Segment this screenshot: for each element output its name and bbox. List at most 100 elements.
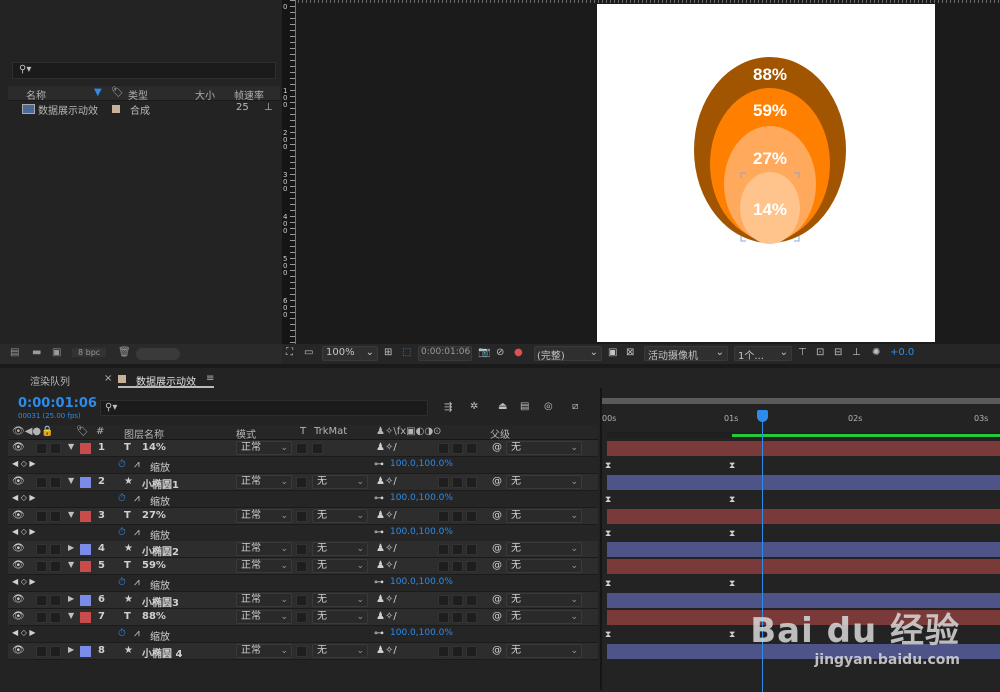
shy-layers-icon[interactable]: ⏏ [498,401,507,412]
pickwhip-icon[interactable]: @ [492,442,502,453]
stopwatch-icon[interactable]: ⏱ [118,628,126,639]
delete-icon[interactable]: 🗑 [118,347,131,358]
keyframe-icon[interactable]: ⧗ [729,529,735,539]
switch-box[interactable] [452,544,463,556]
scale-value[interactable]: 100.0,100.0% [390,577,453,587]
eye-icon[interactable]: 👁 [12,594,25,605]
monitor-icon[interactable]: ▭ [304,347,313,358]
keyframe-navigator-icon[interactable]: ◀ ◇ ▶ [12,459,36,468]
switch-box[interactable] [452,561,463,573]
twirl-open-icon[interactable]: ▼ [68,560,74,569]
scale-value[interactable]: 100.0,100.0% [390,628,453,638]
column-fps[interactable]: 帧速率 [234,87,264,102]
resolution-dropdown[interactable]: (完整) ⌄ [534,346,602,362]
property-row[interactable]: ◀ ◇ ▶ ⏱ ⩘ 缩放 ⊶ 100.0,100.0% [8,524,598,542]
keyframe-icon[interactable]: ⧗ [729,579,735,589]
layer-name[interactable]: 59% [142,560,166,571]
mask-visibility-icon[interactable]: ⬚ [402,347,411,358]
layer-switches-icon[interactable]: ♟✧/ [376,645,397,656]
lock-toggle[interactable] [50,443,61,454]
layer-switches-icon[interactable]: ♟✧/ [376,594,397,605]
layer-duration-bar[interactable] [607,474,1000,490]
layer-name[interactable]: 88% [142,611,166,622]
keyframe-icon[interactable]: ⧗ [605,529,611,539]
switch-box[interactable] [438,645,449,657]
graph-icon[interactable]: ⩘ [134,493,140,504]
blend-mode-dropdown[interactable]: 正常 ⌄ [236,542,292,557]
layer-switches-icon[interactable]: ♟✧\fx▣◐◑⊙ [376,426,441,437]
draft-3d-icon[interactable]: ✲ [470,401,478,412]
show-snapshot-icon[interactable]: ⊘ [496,347,504,358]
preserve-transparency-toggle[interactable] [296,561,307,573]
preserve-transparency-toggle[interactable] [296,612,307,623]
layer-switches-icon[interactable]: ♟✧/ [376,543,397,554]
twirl-open-icon[interactable]: ▼ [68,476,74,485]
switch-box[interactable] [466,612,477,623]
bpc-button[interactable]: 8 bpc [72,348,107,357]
label-color-swatch[interactable] [80,544,91,556]
preserve-transparency-toggle[interactable] [296,645,307,657]
parent-dropdown[interactable]: 无 ⌄ [506,508,582,523]
keyframe-icon[interactable]: ⧗ [605,461,611,471]
view-layout-dropdown[interactable]: 1个... ⌄ [734,346,792,362]
layer-row[interactable]: 👁 ▶ 6 ★ 小椭圆3 正常 ⌄ 无 ⌄ ♟✧/@ 无 ⌄ [8,592,598,610]
layer-switches-icon[interactable]: ♟✧/ [376,442,397,453]
twirl-open-icon[interactable]: ▼ [68,442,74,451]
column-layer-name[interactable]: 图层名称 [124,426,164,441]
switch-box[interactable] [466,476,477,488]
column-name[interactable]: 名称 [26,87,46,102]
channel-icon[interactable]: ● [514,347,523,358]
pickwhip-icon[interactable]: @ [492,560,502,571]
fast-previews-icon[interactable]: ⊡ [816,347,824,358]
layer-name[interactable]: 27% [142,510,166,521]
switch-box[interactable] [466,510,477,522]
lock-toggle[interactable] [50,612,61,623]
track-matte-dropdown[interactable]: 无 ⌄ [312,593,368,608]
comp-flowchart-icon[interactable]: ⇶ [444,402,452,413]
parent-dropdown[interactable]: 无 ⌄ [506,542,582,557]
parent-dropdown[interactable]: 无 ⌄ [506,610,582,624]
transparency-grid-icon[interactable]: ⊠ [626,347,634,358]
eye-icon[interactable]: 👁 [12,476,25,487]
track-matte-dropdown[interactable]: 无 ⌄ [312,508,368,523]
motion-blur-icon[interactable]: ◎ [544,401,553,412]
grid-icon[interactable]: ⊞ [384,347,392,358]
graph-editor-icon[interactable]: ⧄ [572,401,578,412]
solo-toggle[interactable] [36,544,47,556]
lock-toggle[interactable] [50,476,61,488]
track-matte-dropdown[interactable]: 无 ⌄ [312,542,368,557]
zoom-dropdown[interactable]: 100% ⌄ [322,346,378,361]
pickwhip-icon[interactable]: @ [492,543,502,554]
pickwhip-icon[interactable]: @ [492,645,502,656]
current-time-display[interactable]: 0:00:01:06 [418,346,472,361]
column-number[interactable]: # [96,426,104,437]
blend-mode-dropdown[interactable]: 正常 ⌄ [236,508,292,523]
solo-toggle[interactable] [36,476,47,488]
solo-toggle[interactable] [36,443,47,454]
switch-box[interactable] [466,645,477,657]
switch-box[interactable] [438,595,449,607]
blend-mode-dropdown[interactable]: 正常 ⌄ [236,610,292,624]
eye-icon[interactable]: 👁 [12,611,25,622]
solo-toggle[interactable] [36,612,47,623]
keyframe-icon[interactable]: ⧗ [729,461,735,471]
layer-duration-bar[interactable] [607,441,1000,456]
lock-toggle[interactable] [50,645,61,657]
preserve-transparency-toggle[interactable] [296,595,307,607]
column-t[interactable]: T [300,426,306,437]
flowchart-icon[interactable]: ⊥ [852,347,861,358]
keyframe-icon[interactable]: ⧗ [729,495,735,505]
keyframe-icon[interactable]: ⧗ [605,579,611,589]
scale-value[interactable]: 100.0,100.0% [390,527,453,537]
interpret-footage-icon[interactable]: ▤ [10,347,19,358]
region-of-interest-icon[interactable]: ▣ [608,347,617,358]
timeline-icon[interactable]: ⊟ [834,347,842,358]
track-matte-dropdown[interactable]: 无 ⌄ [312,559,368,574]
switch-box[interactable] [438,443,449,454]
label-color-swatch[interactable] [80,561,91,573]
eye-icon[interactable]: 👁 [12,645,25,656]
track-matte-dropdown[interactable]: 无 ⌄ [312,610,368,624]
switch-box[interactable] [452,645,463,657]
keyframe-icon[interactable]: ⧗ [605,495,611,505]
keyframe-icon[interactable]: ⧗ [729,630,735,640]
